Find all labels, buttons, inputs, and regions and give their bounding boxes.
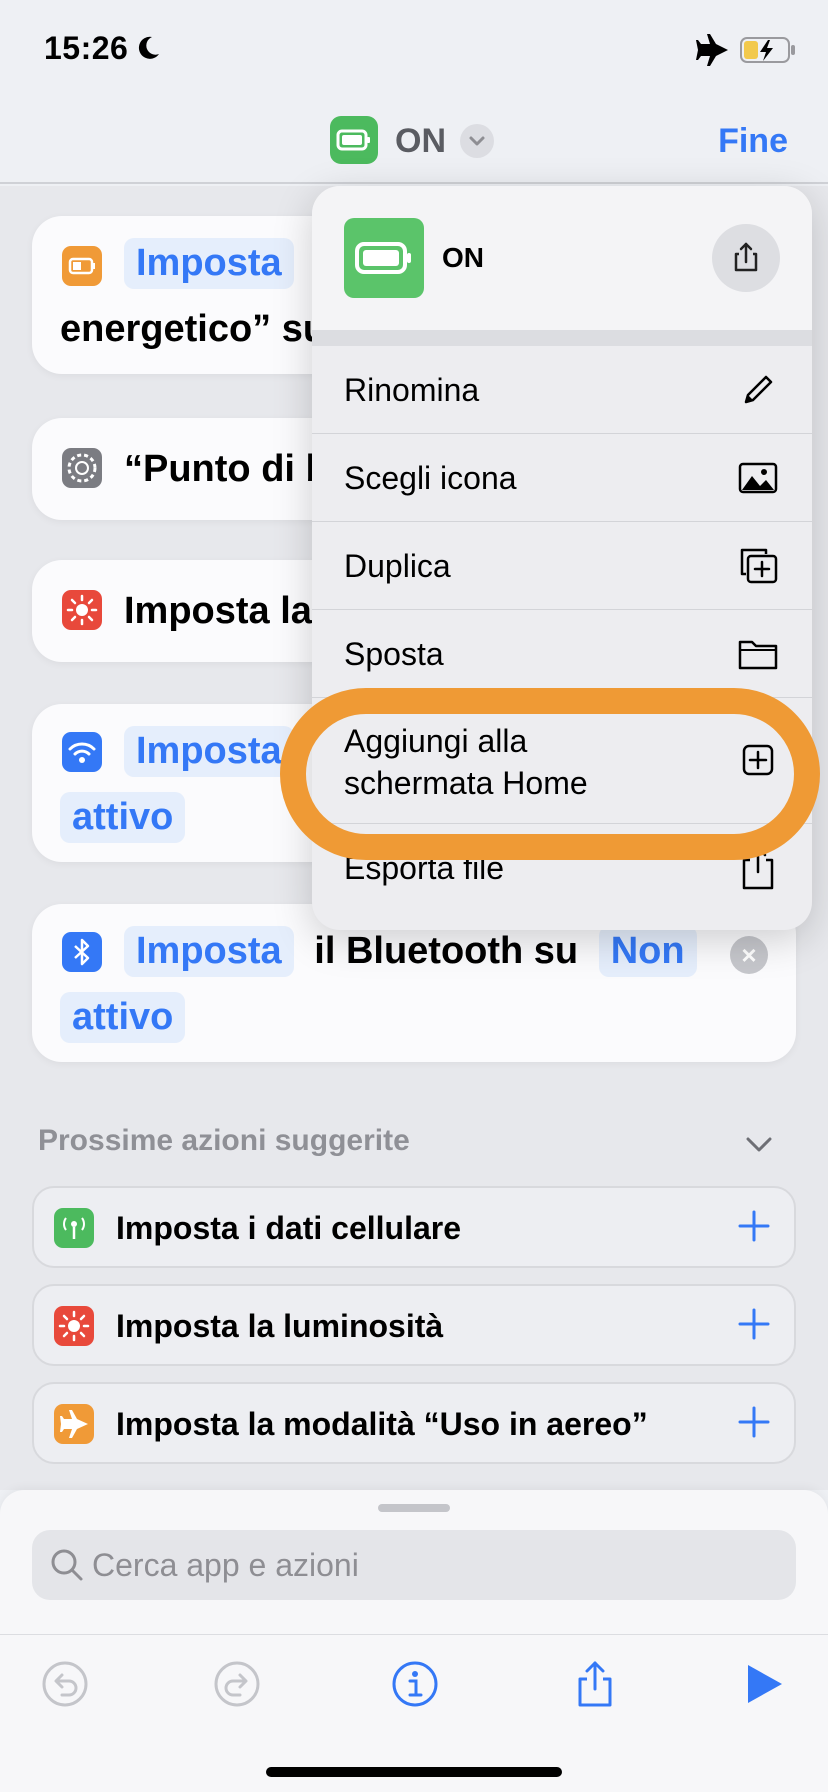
menu-separator bbox=[312, 330, 812, 346]
action-text: il Bluetooth su bbox=[314, 930, 579, 972]
search-bar[interactable] bbox=[32, 1530, 796, 1600]
menu-item-choose-icon[interactable]: Scegli icona bbox=[312, 434, 812, 522]
suggestion-row[interactable]: Imposta la modalità “Uso in aereo” bbox=[32, 1382, 796, 1464]
menu-item-label: Duplica bbox=[344, 548, 451, 584]
remove-action-button[interactable]: × bbox=[730, 936, 768, 974]
home-indicator bbox=[266, 1767, 562, 1777]
action-text: energetico” su bbox=[60, 308, 327, 350]
share-icon bbox=[734, 242, 758, 272]
cellular-icon bbox=[54, 1208, 94, 1248]
search-panel bbox=[0, 1490, 828, 1634]
sun-icon bbox=[54, 1306, 94, 1346]
plus-icon[interactable] bbox=[736, 1306, 772, 1342]
menu-item-label: Scegli icona bbox=[344, 460, 517, 496]
airplane-icon bbox=[54, 1404, 94, 1444]
suggestion-label: Imposta i dati cellulare bbox=[116, 1210, 461, 1246]
action-param[interactable]: attivo bbox=[60, 992, 186, 1043]
battery-icon bbox=[740, 37, 795, 63]
photo-icon bbox=[738, 462, 778, 494]
action-param[interactable]: attivo bbox=[60, 792, 186, 843]
suggestion-row[interactable]: Imposta i dati cellulare bbox=[32, 1186, 796, 1268]
info-icon[interactable] bbox=[390, 1659, 440, 1709]
shortcut-icon[interactable] bbox=[330, 116, 378, 164]
menu-item-label: Sposta bbox=[344, 636, 444, 672]
sheet-grabber[interactable] bbox=[378, 1504, 450, 1512]
battery-icon bbox=[355, 242, 411, 274]
title-menu-button[interactable] bbox=[460, 124, 494, 158]
bluetooth-icon bbox=[62, 932, 102, 972]
action-text: Imposta la bbox=[124, 590, 312, 632]
battery-icon bbox=[336, 129, 370, 151]
menu-share-button[interactable] bbox=[712, 224, 780, 292]
chevron-down-icon[interactable] bbox=[742, 1128, 776, 1162]
share-icon[interactable] bbox=[570, 1659, 620, 1709]
play-icon[interactable] bbox=[738, 1659, 788, 1709]
action-text: “Punto di b bbox=[124, 448, 329, 490]
plus-icon[interactable] bbox=[736, 1208, 772, 1244]
bottom-toolbar bbox=[0, 1634, 828, 1792]
status-time: 15:26 bbox=[44, 30, 129, 66]
menu-item-rename[interactable]: Rinomina bbox=[312, 346, 812, 434]
menu-shortcut-name: ON bbox=[442, 242, 484, 273]
battery-icon bbox=[62, 246, 102, 286]
suggestion-label: Imposta la modalità “Uso in aereo” bbox=[116, 1406, 648, 1442]
moon-icon bbox=[138, 36, 159, 59]
chevron-down-icon bbox=[469, 136, 485, 146]
settings-icon bbox=[62, 448, 102, 488]
wifi-icon bbox=[62, 732, 102, 772]
action-param[interactable]: Imposta bbox=[124, 238, 294, 289]
suggestion-row[interactable]: Imposta la luminosità bbox=[32, 1284, 796, 1366]
status-bar: 15:26 bbox=[0, 0, 828, 96]
nav-bar: ON Fine bbox=[0, 96, 828, 184]
action-param[interactable]: Imposta bbox=[124, 926, 294, 977]
duplicate-icon bbox=[740, 548, 778, 584]
suggestion-label: Imposta la luminosità bbox=[116, 1308, 444, 1344]
done-button[interactable]: Fine bbox=[718, 122, 788, 161]
action-param[interactable]: Imposta bbox=[124, 726, 294, 777]
folder-icon bbox=[738, 640, 778, 670]
plus-icon[interactable] bbox=[736, 1404, 772, 1440]
menu-header: ON bbox=[312, 186, 812, 330]
action-param-value[interactable]: Non bbox=[598, 926, 697, 977]
highlight-annotation bbox=[280, 688, 820, 860]
menu-item-duplicate[interactable]: Duplica bbox=[312, 522, 812, 610]
search-icon bbox=[51, 1549, 83, 1581]
undo-icon[interactable] bbox=[40, 1659, 90, 1709]
shortcut-title[interactable]: ON bbox=[395, 122, 446, 161]
airplane-icon bbox=[696, 34, 728, 66]
search-input[interactable] bbox=[92, 1542, 782, 1588]
menu-item-move[interactable]: Sposta bbox=[312, 610, 812, 698]
shortcut-icon bbox=[344, 218, 424, 298]
sun-icon bbox=[62, 590, 102, 630]
menu-item-label: Rinomina bbox=[344, 372, 480, 408]
pencil-icon bbox=[744, 375, 773, 404]
suggestions-title: Prossime azioni suggerite bbox=[38, 1124, 410, 1157]
redo-icon[interactable] bbox=[212, 1659, 262, 1709]
